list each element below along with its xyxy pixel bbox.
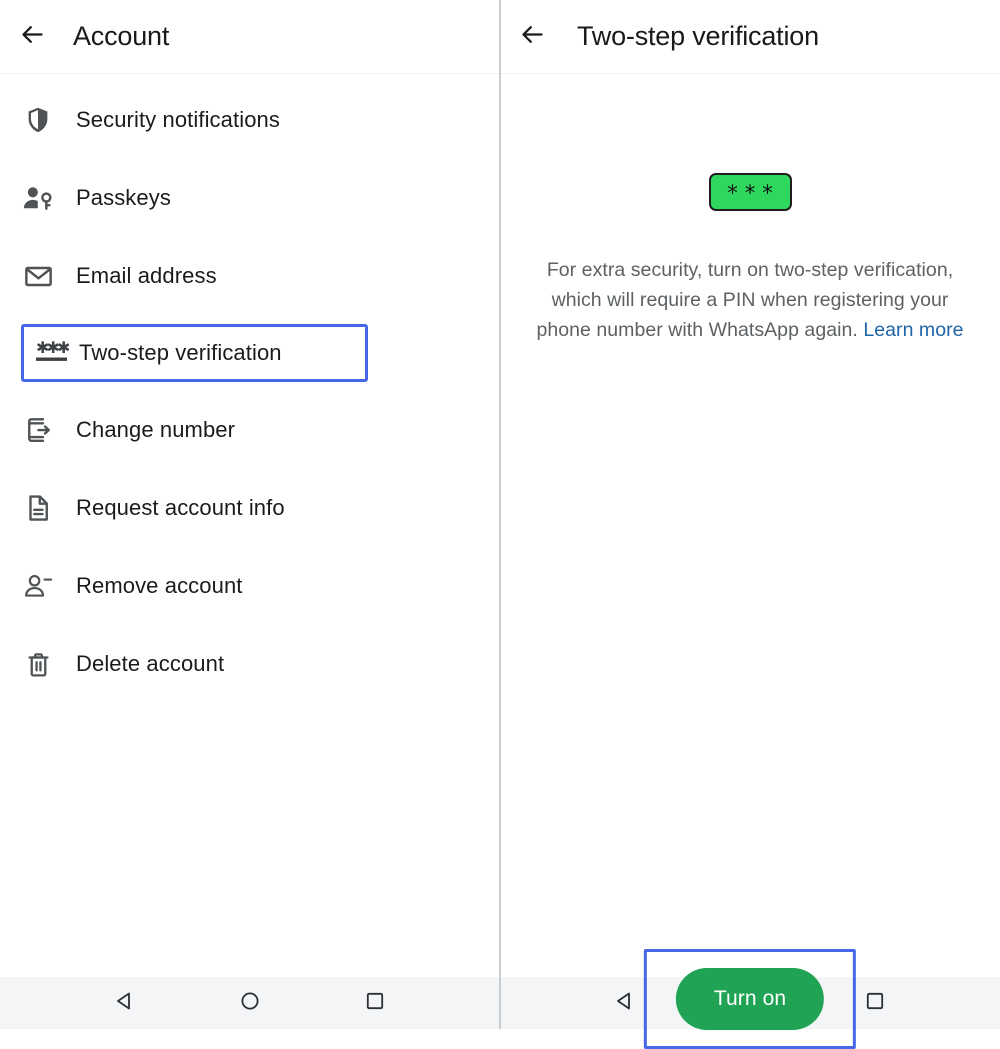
nav-back-button[interactable] — [72, 989, 179, 1018]
asterisk-glyph: * — [727, 180, 738, 205]
two-step-description: For extra security, turn on two-step ver… — [534, 255, 966, 345]
list-item-request-account-info[interactable]: Request account info — [0, 478, 500, 538]
asterisk-glyph: * — [762, 180, 773, 205]
page-title-account: Account — [73, 21, 170, 51]
list-item-label: Email address — [76, 263, 217, 288]
person-key-icon — [0, 183, 76, 213]
list-item-passkeys[interactable]: Passkeys — [0, 168, 500, 228]
asterisks-icon: ✱ ✱ ✱ — [24, 340, 79, 366]
shield-icon — [0, 105, 76, 135]
account-appbar: Account — [0, 0, 500, 74]
square-recents-icon — [363, 989, 387, 1018]
arrow-left-icon — [519, 21, 546, 53]
list-item-label: Two-step verification — [79, 340, 282, 365]
arrow-left-icon — [19, 21, 46, 53]
list-item-two-step-verification[interactable]: ✱ ✱ ✱ Two-step verification — [21, 324, 368, 382]
panel-divider — [499, 0, 501, 1029]
learn-more-link[interactable]: Learn more — [863, 319, 963, 341]
turn-on-highlight-box: Turn on — [643, 949, 857, 1049]
nav-home-button[interactable] — [197, 989, 304, 1018]
envelope-icon — [0, 261, 76, 292]
two-step-appbar: Two-step verification — [500, 0, 1000, 74]
page-title-two-step: Two-step verification — [577, 21, 819, 51]
list-item-label: Request account info — [76, 495, 285, 520]
square-recents-icon — [863, 989, 887, 1018]
circle-home-icon — [238, 989, 262, 1018]
list-item-label: Delete account — [76, 651, 225, 676]
account-settings-panel: Account Security notifications Passkeys … — [0, 0, 500, 1029]
svg-text:✱: ✱ — [57, 340, 69, 357]
back-button-account[interactable] — [4, 21, 60, 53]
two-step-content: * * * For extra security, turn on two-st… — [500, 74, 1000, 1049]
person-minus-icon — [0, 571, 76, 601]
list-item-label: Change number — [76, 417, 236, 442]
nav-recents-button[interactable] — [322, 989, 429, 1018]
list-item-label: Remove account — [76, 573, 243, 598]
document-icon — [0, 493, 76, 523]
list-item-change-number[interactable]: Change number — [0, 400, 500, 460]
trash-icon — [0, 650, 76, 679]
android-navbar-left — [0, 977, 500, 1029]
asterisk-glyph: * — [744, 180, 756, 205]
list-item-delete-account[interactable]: Delete account — [0, 634, 500, 694]
list-item-email-address[interactable]: Email address — [0, 246, 500, 306]
list-item-label: Passkeys — [76, 185, 171, 210]
phone-arrow-icon — [0, 415, 76, 445]
list-item-security-notifications[interactable]: Security notifications — [0, 90, 500, 150]
green-asterisks-pin-icon: * * * — [708, 173, 792, 211]
list-item-remove-account[interactable]: Remove account — [0, 556, 500, 616]
account-settings-list: Security notifications Passkeys Email ad… — [0, 74, 500, 977]
triangle-back-icon — [113, 989, 137, 1018]
turn-on-button[interactable]: Turn on — [675, 968, 825, 1030]
app-screen: Account Security notifications Passkeys … — [0, 0, 1000, 1049]
back-button-two-step[interactable] — [504, 21, 560, 53]
list-item-label: Security notifications — [76, 107, 280, 132]
two-step-verification-panel: Two-step verification * * * For extra se… — [500, 0, 1000, 1049]
triangle-back-icon — [613, 989, 637, 1018]
